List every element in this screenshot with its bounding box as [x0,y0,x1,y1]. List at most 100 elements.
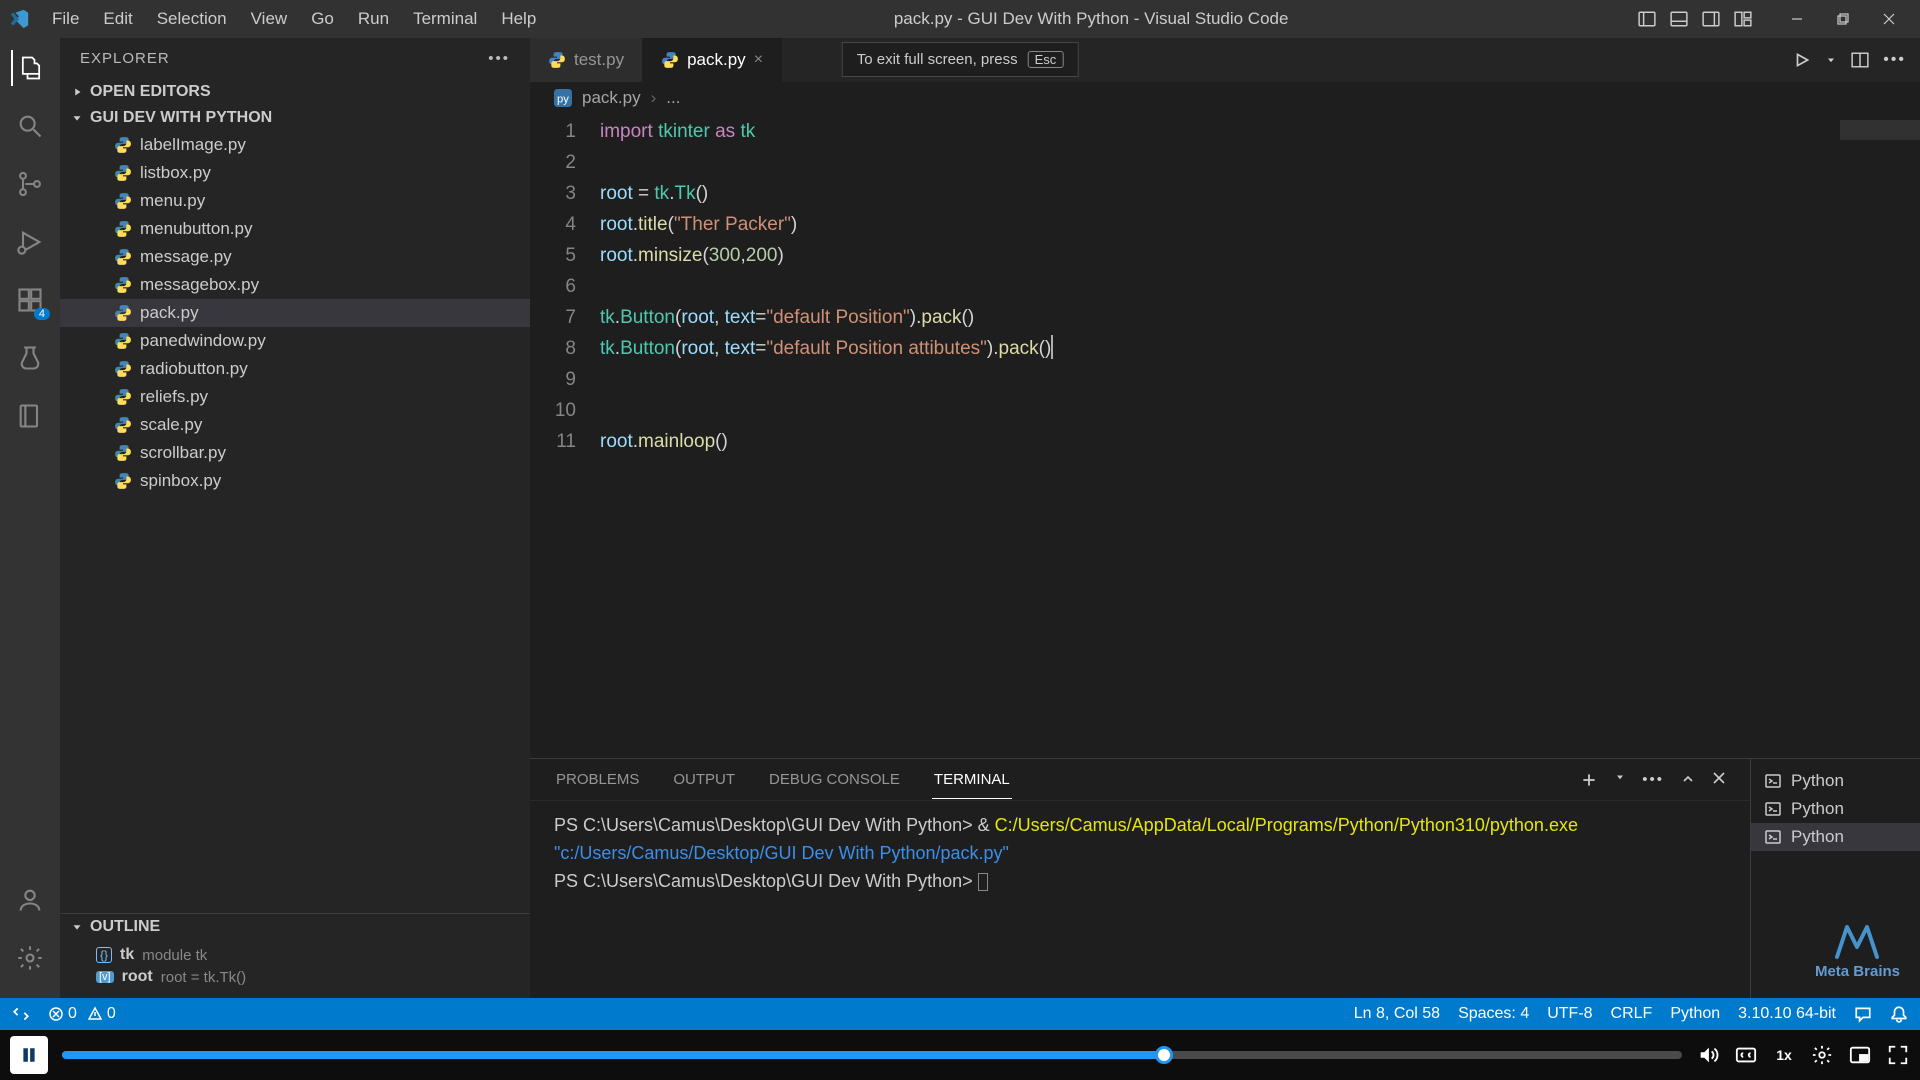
menu-view[interactable]: View [241,5,298,33]
extensions-icon[interactable]: 4 [12,282,48,318]
terminal-cursor [978,873,988,891]
breadcrumb[interactable]: py pack.py › ... [530,82,1920,114]
terminal-dropdown-icon[interactable] [1614,771,1626,789]
file-item[interactable]: spinbox.py [60,467,530,495]
editor-tab[interactable]: test.py [530,38,643,82]
panel-more-icon[interactable]: ••• [1642,771,1664,789]
panel-tab-output[interactable]: OUTPUT [671,761,737,798]
pause-button[interactable] [10,1036,48,1074]
code-editor[interactable]: 1234567891011 import tkinter as tk root … [530,114,1840,758]
editor-more-icon[interactable]: ••• [1883,51,1906,69]
video-player-bar: 1x [0,1030,1920,1080]
split-editor-icon[interactable] [1851,51,1869,69]
progress-thumb[interactable] [1155,1046,1173,1064]
more-icon[interactable]: ••• [488,50,510,67]
captions-icon[interactable] [1734,1043,1758,1067]
panel-tabs: PROBLEMS OUTPUT DEBUG CONSOLE TERMINAL ••• [530,759,1750,801]
panel-tab-terminal[interactable]: TERMINAL [932,761,1012,799]
file-item[interactable]: radiobutton.py [60,355,530,383]
run-debug-icon[interactable] [12,224,48,260]
sidebar-title: EXPLORER [80,50,170,67]
restore-button[interactable] [1820,0,1866,38]
file-item[interactable]: menubutton.py [60,215,530,243]
menu-go[interactable]: Go [301,5,344,33]
close-panel-icon[interactable] [1712,771,1726,789]
file-item[interactable]: labelImage.py [60,131,530,159]
layout-icon[interactable] [1732,8,1754,30]
terminal[interactable]: PS C:\Users\Camus\Desktop\GUI Dev With P… [530,801,1750,998]
testing-icon[interactable] [12,340,48,376]
indentation[interactable]: Spaces: 4 [1458,1005,1529,1023]
open-editors-section[interactable]: OPEN EDITORS [60,79,530,105]
source-control-icon[interactable] [12,166,48,202]
tabs-bar: test.pypack.py× ••• [530,38,1920,82]
svg-text:py: py [557,94,569,106]
terminal-instance[interactable]: Python [1751,767,1920,795]
interpreter[interactable]: 3.10.10 64-bit [1738,1005,1836,1023]
settings-gear-icon[interactable] [12,940,48,976]
problems-indicator[interactable]: 0 0 [48,1005,116,1023]
breadcrumb-file: pack.py [582,88,641,108]
menu-edit[interactable]: Edit [93,5,142,33]
menu-run[interactable]: Run [348,5,399,33]
file-item[interactable]: scale.py [60,411,530,439]
file-item[interactable]: messagebox.py [60,271,530,299]
file-item[interactable]: listbox.py [60,159,530,187]
status-bar: 0 0 Ln 8, Col 58 Spaces: 4 UTF-8 CRLF Py… [0,998,1920,1030]
references-icon[interactable] [12,398,48,434]
outline-item[interactable]: [ᴠ]rootroot = tk.Tk() [96,966,510,988]
toast-text: To exit full screen, press [857,51,1018,68]
file-item[interactable]: panedwindow.py [60,327,530,355]
panel-tab-debug-console[interactable]: DEBUG CONSOLE [767,761,902,798]
python-file-icon: py [554,89,572,107]
encoding[interactable]: UTF-8 [1547,1005,1592,1023]
panel-left-icon[interactable] [1636,8,1658,30]
file-item[interactable]: reliefs.py [60,383,530,411]
pip-icon[interactable] [1848,1043,1872,1067]
editor-tab[interactable]: pack.py× [643,38,782,82]
menu-file[interactable]: File [42,5,89,33]
eol[interactable]: CRLF [1611,1005,1653,1023]
fullscreen-icon[interactable] [1886,1043,1910,1067]
account-icon[interactable] [12,882,48,918]
volume-icon[interactable] [1696,1043,1720,1067]
panel-bottom-icon[interactable] [1668,8,1690,30]
player-settings-icon[interactable] [1810,1043,1834,1067]
close-tab-icon[interactable]: × [754,51,763,69]
menu-terminal[interactable]: Terminal [403,5,487,33]
terminal-instance[interactable]: Python [1751,823,1920,851]
cursor-position[interactable]: Ln 8, Col 58 [1354,1005,1440,1023]
playback-speed-icon[interactable]: 1x [1772,1043,1796,1067]
new-terminal-icon[interactable] [1580,771,1598,789]
remote-indicator[interactable] [12,1005,30,1023]
panel-tab-problems[interactable]: PROBLEMS [554,761,641,798]
run-file-icon[interactable] [1793,51,1811,69]
menu-selection[interactable]: Selection [147,5,237,33]
feedback-icon[interactable] [1854,1005,1872,1023]
main-menu: FileEditSelectionViewGoRunTerminalHelp [42,5,546,33]
file-item[interactable]: scrollbar.py [60,439,530,467]
minimize-button[interactable] [1774,0,1820,38]
editor-group: test.pypack.py× ••• py pack.py › ... 123… [530,38,1920,998]
language-mode[interactable]: Python [1670,1005,1720,1023]
sidebar: EXPLORER ••• OPEN EDITORS GUI DEV WITH P… [60,38,530,998]
outline-item[interactable]: {}tkmodule tk [96,944,510,966]
run-dropdown-icon[interactable] [1825,54,1837,66]
project-section[interactable]: GUI DEV WITH PYTHON [60,105,530,131]
close-window-button[interactable] [1866,0,1912,38]
minimap[interactable] [1840,114,1920,758]
file-item[interactable]: menu.py [60,187,530,215]
search-icon[interactable] [12,108,48,144]
menu-help[interactable]: Help [491,5,546,33]
maximize-panel-icon[interactable] [1680,771,1696,789]
progress-bar[interactable] [62,1051,1682,1059]
terminal-instance[interactable]: Python [1751,795,1920,823]
notifications-icon[interactable] [1890,1005,1908,1023]
outline-section[interactable]: OUTLINE [60,914,530,940]
file-item[interactable]: message.py [60,243,530,271]
vscode-logo-icon [8,8,30,30]
file-item[interactable]: pack.py [60,299,530,327]
panel-right-icon[interactable] [1700,8,1722,30]
extensions-badge: 4 [34,308,50,320]
explorer-icon[interactable] [11,50,47,86]
